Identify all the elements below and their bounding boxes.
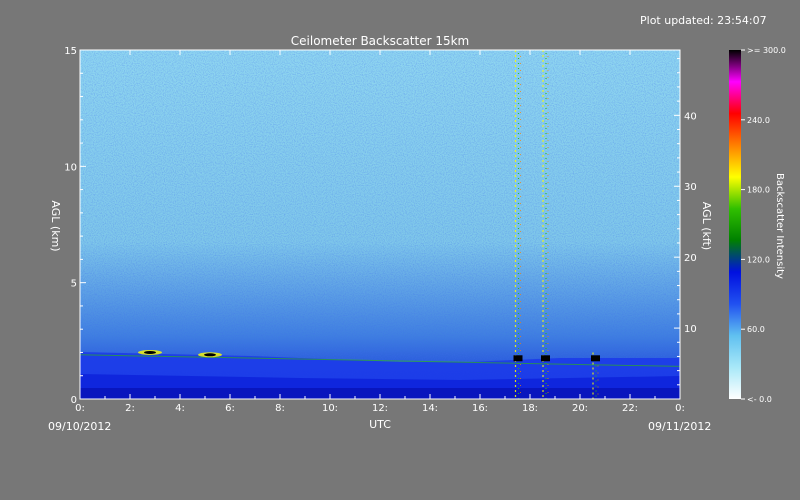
cloud-base-mark <box>513 355 523 362</box>
backscatter-chart: Plot updated: 23:54:07 Ceilometer Backsc… <box>48 14 786 433</box>
noise-speckle <box>80 50 680 399</box>
x-tick-label: 16: <box>472 403 488 414</box>
x-tick-label: 14: <box>422 403 438 414</box>
y-right-tick-label: 10 <box>684 324 697 335</box>
x-tick-label: 10: <box>322 403 338 414</box>
cloud-base-mark <box>541 355 550 362</box>
x-tick-label: 8: <box>275 403 285 414</box>
y-axis-left-label: AGL (km) <box>49 200 62 251</box>
x-tick-label: 22: <box>622 403 638 414</box>
x-tick-label: 18: <box>522 403 538 414</box>
colorbar-tick-label: >= 300.0 <box>747 46 786 55</box>
y-right-tick-label: 30 <box>684 182 697 193</box>
x-tick-label: 2: <box>125 403 135 414</box>
end-date-label: 09/11/2012 <box>648 420 711 433</box>
colorbar-tick-label: 180.0 <box>747 186 770 195</box>
colorbar-tick-label: 240.0 <box>747 116 770 125</box>
y-tick-label: 0 <box>71 395 77 406</box>
x-tick-label: 20: <box>572 403 588 414</box>
y-axis-right-label: AGL (kft) <box>700 202 713 250</box>
y-tick-label: 5 <box>71 279 77 290</box>
y-right-tick-label: 40 <box>684 111 697 122</box>
chart-title: Ceilometer Backscatter 15km <box>291 34 469 48</box>
start-date-label: 09/10/2012 <box>48 420 111 433</box>
x-tick-label: 0: <box>675 403 685 414</box>
y-tick-label: 15 <box>64 46 77 57</box>
x-tick-label: 12: <box>372 403 388 414</box>
y-right-tick-label: 20 <box>684 253 697 264</box>
colorbar-tick-label: 120.0 <box>747 255 770 264</box>
colorbar-tick-label: 60.0 <box>747 325 765 334</box>
colorbar-label: Backscatter Intensity <box>774 173 785 279</box>
plot-updated-label: Plot updated: 23:54:07 <box>640 14 767 27</box>
x-axis-label: UTC <box>369 418 391 431</box>
aerosol-patch-core <box>144 350 156 354</box>
colorbar <box>729 50 741 399</box>
x-tick-label: 6: <box>225 403 235 414</box>
aerosol-patch-core <box>204 353 216 357</box>
y-tick-label: 10 <box>64 162 77 173</box>
cloud-base-mark <box>591 355 600 362</box>
colorbar-tick-label: <- 0.0 <box>747 395 772 404</box>
x-tick-label: 4: <box>175 403 185 414</box>
plot-area <box>80 50 680 399</box>
